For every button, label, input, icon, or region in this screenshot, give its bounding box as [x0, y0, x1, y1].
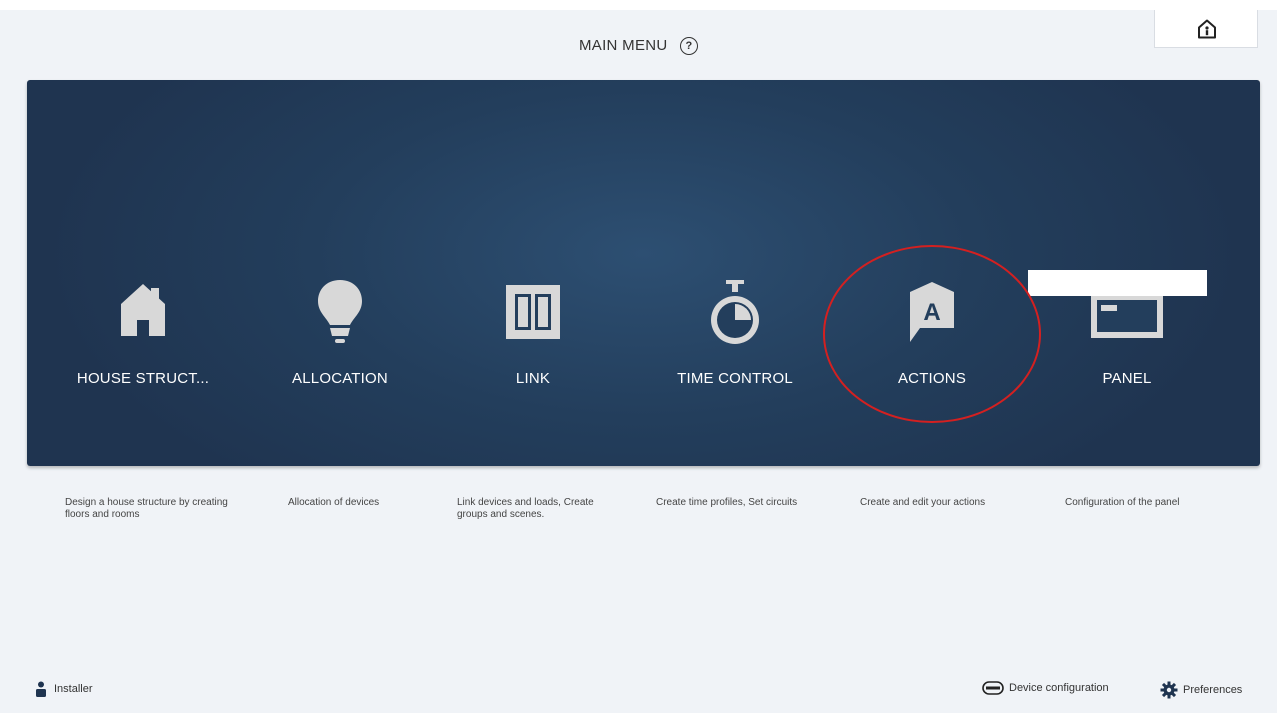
home-button[interactable]: [1154, 10, 1258, 48]
main-menu-panel: HOUSE STRUCT... ALLOCATION LINK TIME CON…: [27, 80, 1260, 466]
tile-description-panel: Configuration of the panel: [1065, 497, 1180, 508]
tile-link[interactable]: LINK: [433, 280, 633, 410]
user-icon: [36, 681, 46, 697]
tile-house-structure[interactable]: HOUSE STRUCT...: [43, 280, 243, 410]
help-icon[interactable]: ?: [680, 37, 698, 55]
tile-label: TIME CONTROL: [677, 370, 793, 387]
link-switch-icon: [506, 285, 560, 339]
gear-icon: [1160, 681, 1178, 699]
tile-allocation[interactable]: ALLOCATION: [240, 280, 440, 410]
tile-label: HOUSE STRUCT...: [76, 370, 210, 387]
tile-label: LINK: [515, 370, 551, 387]
highlight-circle: [823, 245, 1041, 423]
preferences-label: Preferences: [1183, 684, 1243, 696]
home-info-icon: [1198, 19, 1216, 39]
tile-description-link: Link devices and loads, Create groups an…: [457, 497, 594, 520]
user-label: Installer: [54, 683, 93, 695]
tile-label: ALLOCATION: [292, 370, 388, 387]
redaction-box: [1028, 270, 1207, 296]
device-config-label: Device configuration: [1009, 682, 1109, 694]
house-icon: [121, 284, 165, 336]
tile-time-control[interactable]: TIME CONTROL: [635, 280, 835, 410]
device-configuration-button[interactable]: Device configuration: [982, 681, 1109, 695]
top-strip: [0, 0, 1277, 10]
tile-description-allocation: Allocation of devices: [288, 497, 380, 508]
tile-panel[interactable]: PANEL: [1027, 280, 1227, 410]
tile-description-actions: Create and edit your actions: [860, 497, 986, 508]
user-indicator[interactable]: Installer: [35, 681, 93, 697]
tile-description-house: Design a house structure by creating flo…: [65, 497, 228, 520]
tile-description-time: Create time profiles, Set circuits: [656, 497, 798, 508]
preferences-button[interactable]: Preferences: [1160, 681, 1242, 699]
footer-bar: Installer Device configuration Preferenc…: [0, 673, 1277, 713]
device-config-icon: [982, 681, 1004, 695]
lightbulb-icon: [318, 280, 362, 343]
stopwatch-icon: [711, 280, 759, 344]
page-title-text: MAIN MENU: [578, 37, 668, 54]
page-title: MAIN MENU ?: [0, 37, 1277, 55]
tile-label: PANEL: [1102, 370, 1152, 387]
